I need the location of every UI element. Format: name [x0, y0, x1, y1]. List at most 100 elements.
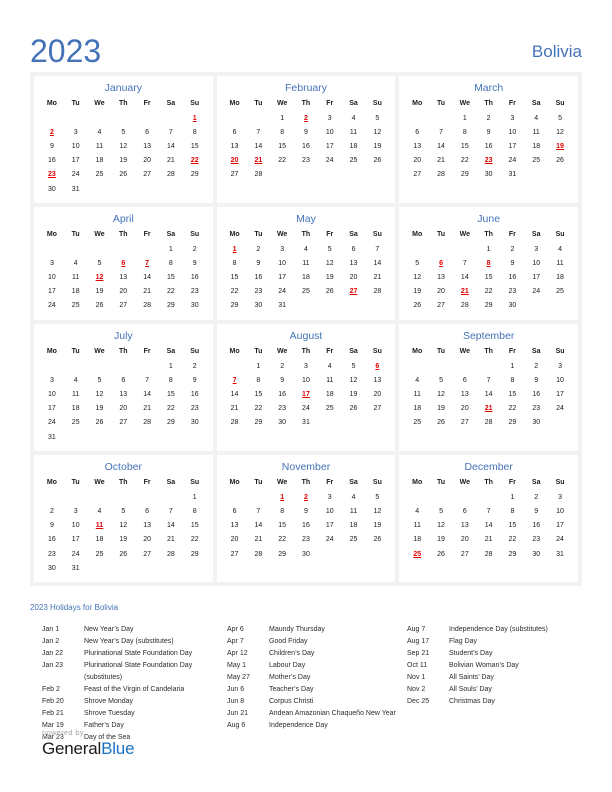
day-cell: 8 — [256, 376, 261, 384]
day-cell: 2 — [49, 507, 54, 515]
day-cell: 6 — [121, 376, 126, 384]
month-table: Mo Tu We Th Fr Sa Su 1 2 3 4 5 6 7 8 9 10 11 12 13 14 15 16 17… — [405, 477, 572, 561]
day-cell: 27 — [460, 550, 469, 558]
week-row: 4 5 6 7 8 9 10 — [405, 373, 572, 387]
day-cell: 26 — [95, 419, 104, 427]
weekday-header: Tu — [71, 479, 80, 487]
day-cell: 15 — [254, 391, 263, 399]
day-cell: 23 — [190, 405, 199, 413]
day-cell: 17 — [532, 274, 541, 282]
day-cell: 26 — [373, 157, 382, 165]
week-row: 5 6 7 8 9 10 11 — [405, 256, 572, 270]
generalblue-logo[interactable]: GeneralBlue — [42, 739, 135, 758]
day-cell: 28 — [484, 550, 493, 558]
holidays-heading: 2023 Holidays for Bolivia — [30, 603, 119, 613]
day-cell-empty — [111, 111, 135, 125]
holiday-name: Shrove Tuesday — [84, 710, 135, 718]
day-cell: 8 — [168, 376, 173, 384]
day-cell: 17 — [556, 391, 564, 399]
holiday-name: Plurinational State Foundation Day (subs… — [84, 662, 193, 682]
holiday-list-item: Feb 20 Shrove Monday — [42, 696, 227, 708]
day-cell-empty — [270, 168, 294, 182]
day-cell: 20 — [230, 536, 239, 544]
week-row: 24 25 26 27 28 29 30 — [40, 416, 207, 430]
weekday-header: Tu — [254, 100, 263, 107]
day-cell-empty — [524, 299, 548, 313]
day-cell: 30 — [302, 550, 310, 558]
weekday-header-row: Mo Tu We Th Fr Sa Su — [223, 98, 390, 111]
day-cell: 12 — [373, 128, 382, 136]
day-cell: 5 — [97, 376, 102, 384]
footer-branding: powered by GeneralBlue — [42, 728, 135, 758]
holiday-date: Jan 23 — [42, 662, 64, 670]
day-cell: 27 — [373, 405, 382, 413]
day-cell: 24 — [325, 157, 334, 165]
day-cell: 12 — [373, 507, 382, 515]
day-cell: 15 — [508, 522, 517, 530]
day-cell: 10 — [325, 128, 334, 136]
day-cell: 5 — [375, 114, 380, 122]
holiday-date: Jan 2 — [42, 638, 60, 646]
day-cell: 20 — [119, 405, 128, 413]
day-cell: 31 — [302, 419, 310, 427]
day-cell: 25 — [556, 288, 564, 296]
holiday-list-item: Apr 7 Good Friday — [227, 636, 407, 648]
month-table: Mo Tu We Th Fr Sa Su 1 2 3 4 5 6 7 8 9 10 11 12 13 14 15 16 17 1… — [223, 229, 390, 313]
day-cell: 28 — [254, 550, 263, 558]
day-cell: 8 — [510, 376, 515, 384]
weekday-header: We — [94, 479, 105, 487]
day-cell: 13 — [230, 142, 239, 150]
day-cell-empty — [183, 430, 207, 444]
day-cell-empty — [548, 416, 572, 430]
day-cell: 23 — [532, 405, 541, 413]
day-cell: 18 — [71, 288, 80, 296]
weekday-header: Mo — [46, 348, 57, 356]
day-cell: 14 — [460, 274, 469, 282]
holiday-list-item: Nov 1 All Saints’ Day — [407, 672, 582, 684]
day-cell: 6 — [232, 507, 237, 515]
day-cell: 6 — [462, 376, 467, 384]
day-cell: 19 — [349, 391, 358, 399]
month-card: March Mo Tu We Th Fr Sa Su 1 2 3 4 5 6 7 8 9 10 11 12 13 14 1… — [399, 76, 578, 204]
day-cell-empty — [453, 490, 477, 504]
weekday-header: Tu — [71, 100, 80, 107]
weekday-header: Mo — [229, 231, 240, 239]
weekday-header: Fr — [143, 348, 151, 356]
day-cell-empty — [88, 430, 112, 444]
month-table: Mo Tu We Th Fr Sa Su 1 2 3 4 5 6 7 8 9 10 11 12 13 14 15 16 17… — [40, 477, 207, 575]
holiday-date: Feb 21 — [42, 710, 64, 718]
day-cell: 10 — [48, 391, 56, 399]
week-row: 21 22 23 24 25 26 27 — [223, 402, 390, 416]
day-cell: 25 — [349, 536, 358, 544]
day-cell: 20 — [413, 157, 422, 165]
day-cell: 17 — [325, 522, 334, 530]
week-row: 27 28 29 30 31 — [405, 168, 572, 182]
week-row: 2 3 4 5 6 7 8 — [40, 504, 207, 518]
holidays-columns: Jan 1 New Year’s Day Jan 2 New Year’s Day (… — [30, 624, 582, 744]
day-cell: 17 — [278, 274, 287, 282]
day-cell-empty — [111, 182, 135, 196]
weekday-header: Fr — [326, 479, 334, 487]
day-cell-empty — [88, 490, 112, 504]
day-cell: 9 — [534, 376, 539, 384]
weekday-header: Su — [372, 100, 382, 107]
weekday-header: Th — [119, 348, 128, 356]
day-cell: 30 — [48, 185, 56, 193]
holiday-name: All Saints’ Day — [449, 674, 494, 682]
day-cell: 7 — [168, 128, 173, 136]
day-cell: 24 — [71, 550, 80, 558]
day-cell-empty — [318, 299, 342, 313]
month-name: April — [112, 213, 134, 226]
holidays-section: 2023 Holidays for Bolivia Jan 1 New Year’… — [30, 602, 582, 744]
day-cell: 16 — [278, 391, 287, 399]
day-cell: 13 — [119, 274, 128, 282]
day-cell-holiday: 8 — [486, 259, 491, 267]
day-cell: 22 — [254, 405, 263, 413]
day-cell: 23 — [190, 288, 199, 296]
day-cell-holiday: 23 — [48, 171, 56, 179]
day-cell-holiday: 17 — [302, 391, 310, 399]
holiday-list-item: Apr 6 Maundy Thursday — [227, 624, 407, 636]
day-cell: 30 — [190, 419, 199, 427]
day-cell: 19 — [437, 405, 445, 413]
day-cell: 14 — [437, 142, 445, 150]
